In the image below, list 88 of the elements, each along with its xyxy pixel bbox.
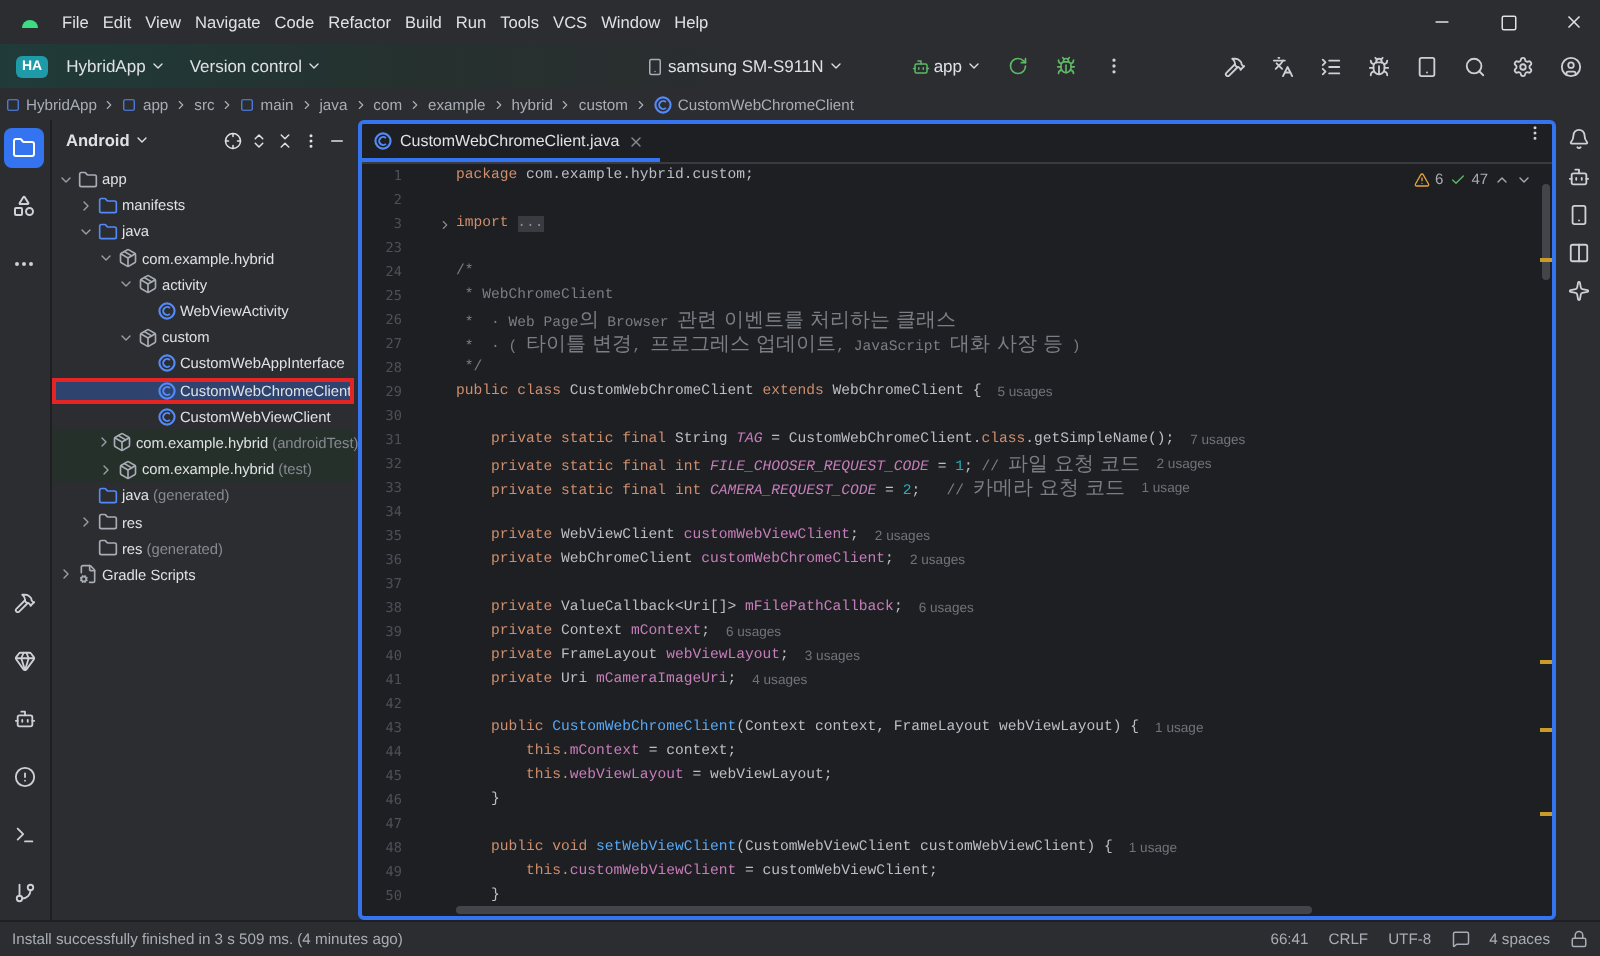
bug-icon[interactable]	[1367, 55, 1389, 77]
chevron-right-icon	[299, 97, 314, 111]
locate-icon[interactable]	[223, 131, 242, 149]
run-config-dropdown[interactable]: app	[905, 52, 988, 80]
menu-item[interactable]: Build	[404, 12, 442, 32]
package-icon	[117, 248, 138, 269]
project-folder-icon[interactable]	[12, 136, 37, 160]
package-icon	[137, 327, 158, 348]
folder-icon	[97, 221, 118, 242]
chevron-right-icon	[353, 97, 368, 111]
git-branch-icon[interactable]	[13, 881, 36, 903]
build-icon[interactable]	[1223, 55, 1245, 77]
chevron-right-icon	[408, 97, 423, 111]
account-icon[interactable]	[1559, 55, 1581, 77]
gem-icon[interactable]	[13, 649, 36, 671]
fold-chevron-icon[interactable]	[437, 217, 452, 231]
class-icon	[157, 381, 176, 400]
android-icon	[911, 57, 930, 75]
class-icon	[157, 354, 176, 373]
hammer-icon[interactable]	[13, 591, 36, 613]
rerun-icon[interactable]	[1008, 56, 1028, 76]
maximize-icon[interactable]	[1499, 13, 1517, 31]
check-icon	[1449, 171, 1466, 187]
menu-item[interactable]: Run	[455, 12, 487, 32]
chevron-right-icon	[220, 97, 235, 111]
package-icon	[137, 274, 158, 295]
menu-item[interactable]: VCS	[553, 12, 588, 32]
folder-icon	[97, 195, 118, 216]
debug-icon[interactable]	[1056, 56, 1076, 76]
menu-item[interactable]: Code	[274, 12, 315, 32]
terminal-icon[interactable]	[13, 823, 36, 845]
chevron-down-icon	[133, 132, 150, 148]
chevron-down-icon	[827, 58, 844, 74]
module-icon	[122, 97, 137, 111]
chevron-down-icon	[306, 58, 323, 74]
folder-icon	[97, 485, 118, 506]
menu-item[interactable]: View	[145, 12, 182, 32]
menu-item[interactable]: Refactor	[328, 12, 391, 32]
structure-icon[interactable]	[12, 194, 37, 218]
search-icon[interactable]	[1463, 55, 1485, 77]
project-dropdown[interactable]: HybridApp	[60, 52, 172, 80]
settings-icon[interactable]	[1511, 55, 1533, 77]
sparkle-icon[interactable]	[1567, 280, 1590, 302]
chevron-right-icon	[491, 97, 506, 111]
module-folder-icon	[77, 169, 98, 190]
package-icon	[111, 432, 132, 453]
problems-icon[interactable]	[13, 765, 36, 787]
folder-icon	[97, 538, 118, 559]
notifications-icon[interactable]	[1567, 128, 1590, 150]
lock-icon[interactable]	[1570, 930, 1588, 948]
gradle-icon	[77, 564, 98, 585]
device-manager-icon[interactable]	[1567, 204, 1590, 226]
close-icon[interactable]	[627, 133, 644, 149]
module-icon	[6, 97, 20, 111]
phone-icon	[646, 57, 665, 75]
menu-item[interactable]: Window	[601, 12, 661, 32]
class-icon	[653, 95, 672, 113]
menu-item[interactable]: File	[62, 12, 89, 32]
menu-item[interactable]: Help	[674, 12, 709, 32]
folder-icon	[97, 512, 118, 533]
chevron-right-icon	[558, 97, 573, 111]
version-control-dropdown[interactable]: Version control	[183, 52, 329, 80]
chevron-down-icon	[966, 58, 982, 74]
horizontal-scrollbar[interactable]	[455, 906, 1553, 916]
chevron-right-icon	[174, 97, 189, 111]
chevron-right-icon	[633, 97, 648, 111]
class-icon	[373, 132, 392, 150]
chevron-right-icon	[102, 97, 117, 111]
expand-all-icon[interactable]	[249, 131, 268, 149]
view-dropdown[interactable]: Android	[59, 126, 156, 154]
chevron-down-icon	[149, 58, 166, 74]
device-dropdown[interactable]: samsung SM-S911N	[640, 52, 850, 80]
module-icon	[240, 97, 255, 111]
editor-tab[interactable]: CustomWebChromeClient.java	[361, 124, 660, 162]
package-icon	[117, 459, 138, 480]
list-icon[interactable]	[1319, 55, 1341, 77]
menu-item[interactable]: Edit	[102, 12, 132, 32]
warning-icon	[1413, 171, 1430, 187]
close-icon[interactable]	[1564, 12, 1584, 32]
device-icon[interactable]	[1415, 55, 1437, 77]
menu-item[interactable]: Tools	[500, 12, 540, 32]
comment-icon[interactable]	[1451, 930, 1470, 948]
class-icon	[157, 407, 176, 426]
collapse-all-icon[interactable]	[275, 131, 294, 149]
android-icon[interactable]	[13, 707, 36, 729]
menu-item[interactable]: Navigate	[195, 12, 261, 32]
translate-icon[interactable]	[1271, 55, 1293, 77]
class-icon	[157, 302, 176, 321]
